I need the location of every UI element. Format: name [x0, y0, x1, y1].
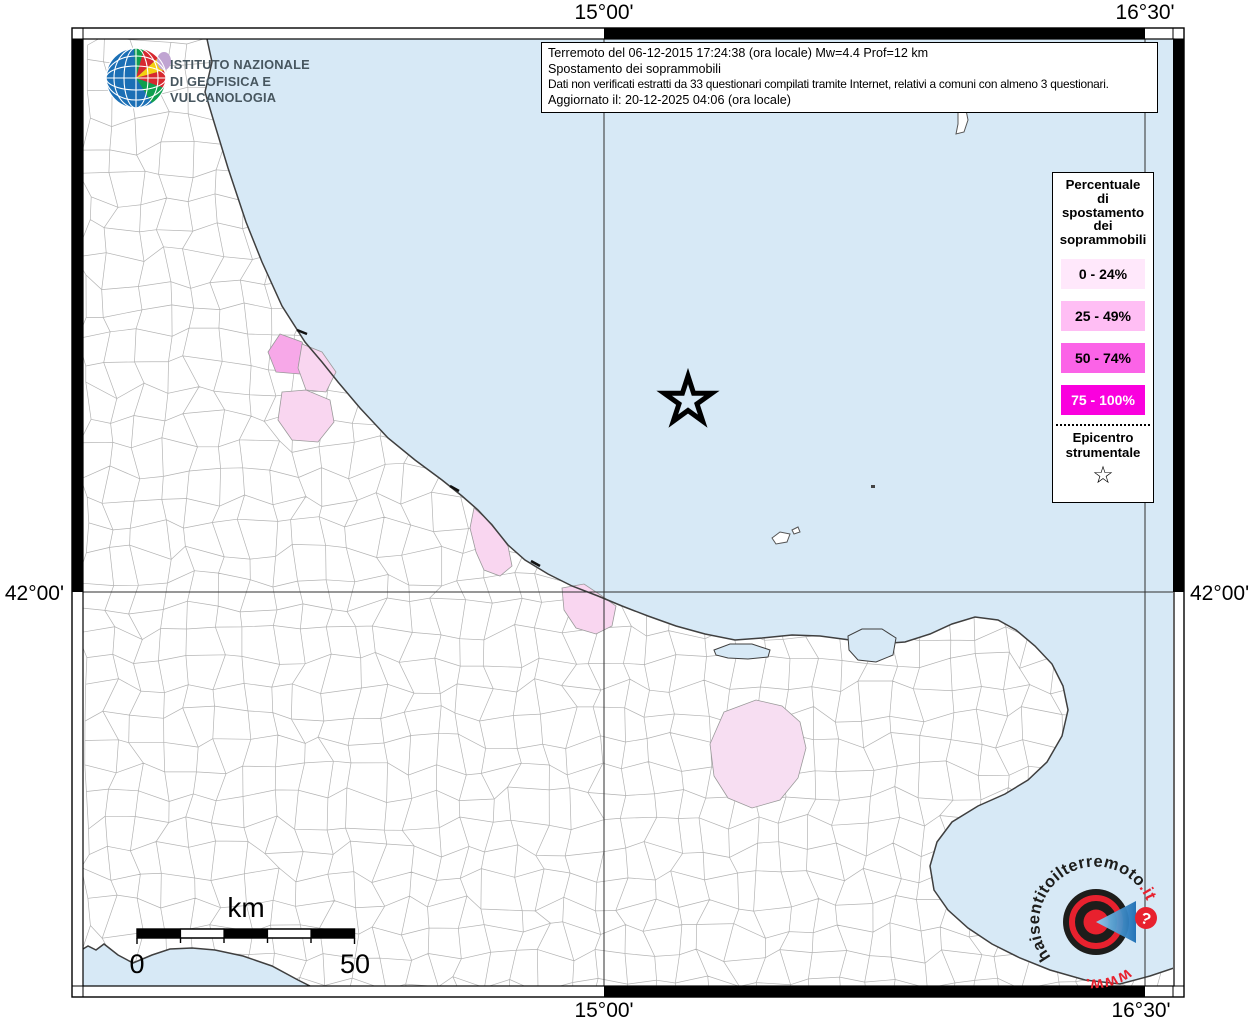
legend-swatch-label: 0 - 24% — [1078, 265, 1128, 282]
axis-label-top-16-30: 16°30' — [1115, 1, 1175, 24]
map-page: km 0 50 ? haisentitoilterremoto.it www. … — [0, 0, 1255, 1024]
map-figure: km 0 50 ? haisentitoilterremoto.it www. — [71, 27, 1185, 998]
legend-swatch-50-74: 50 - 74% — [1061, 342, 1145, 373]
axis-label-right-42-00: 42°00' — [1190, 582, 1250, 605]
legend-epicenter-star-icon: ☆ — [1092, 461, 1114, 489]
ingv-logo: ISTITUTO NAZIONALE DI GEOFISICA E VULCAN… — [98, 44, 358, 110]
legend-swatch-25-49: 25 - 49% — [1061, 300, 1145, 331]
legend-swatch-label: 75 - 100% — [1071, 391, 1135, 408]
scale-start-label: 0 — [129, 949, 144, 979]
event-data-note: Dati non verificati estratti da 33 quest… — [548, 77, 1109, 92]
event-title: Terremoto del 06-12-2015 17:24:38 (ora l… — [548, 46, 929, 60]
axis-label-bottom-16-30: 16°30' — [1111, 999, 1171, 1022]
event-info-box: Terremoto del 06-12-2015 17:24:38 (ora l… — [541, 42, 1158, 114]
legend-swatch-label: 25 - 49% — [1074, 307, 1132, 324]
legend-epicenter-title: Epicentro strumentale — [1065, 429, 1141, 461]
legend-title: Percentuale di spostamento dei soprammob… — [1059, 177, 1147, 248]
scale-unit-label: km — [227, 892, 264, 923]
axis-label-bottom-15-00: 15°00' — [574, 999, 634, 1022]
ingv-logo-text: ISTITUTO NAZIONALE DI GEOFISICA E VULCAN… — [170, 57, 310, 105]
scale-end-label: 50 — [340, 949, 370, 979]
axis-label-top-15-00: 15°00' — [574, 1, 634, 24]
legend-divider — [1056, 423, 1150, 426]
legend-swatch-75-100: 75 - 100% — [1061, 384, 1145, 415]
event-updated: Aggiornato il: 20-12-2025 04:06 (ora loc… — [548, 92, 791, 107]
axis-label-left-42-00: 42°00' — [4, 582, 64, 605]
legend-swatch-label: 50 - 74% — [1074, 349, 1132, 366]
legend-swatch-0-24: 0 - 24% — [1061, 258, 1145, 289]
event-subtitle: Spostamento dei soprammobili — [548, 61, 721, 76]
islet — [871, 485, 875, 488]
legend-box: Percentuale di spostamento dei soprammob… — [1052, 172, 1154, 503]
